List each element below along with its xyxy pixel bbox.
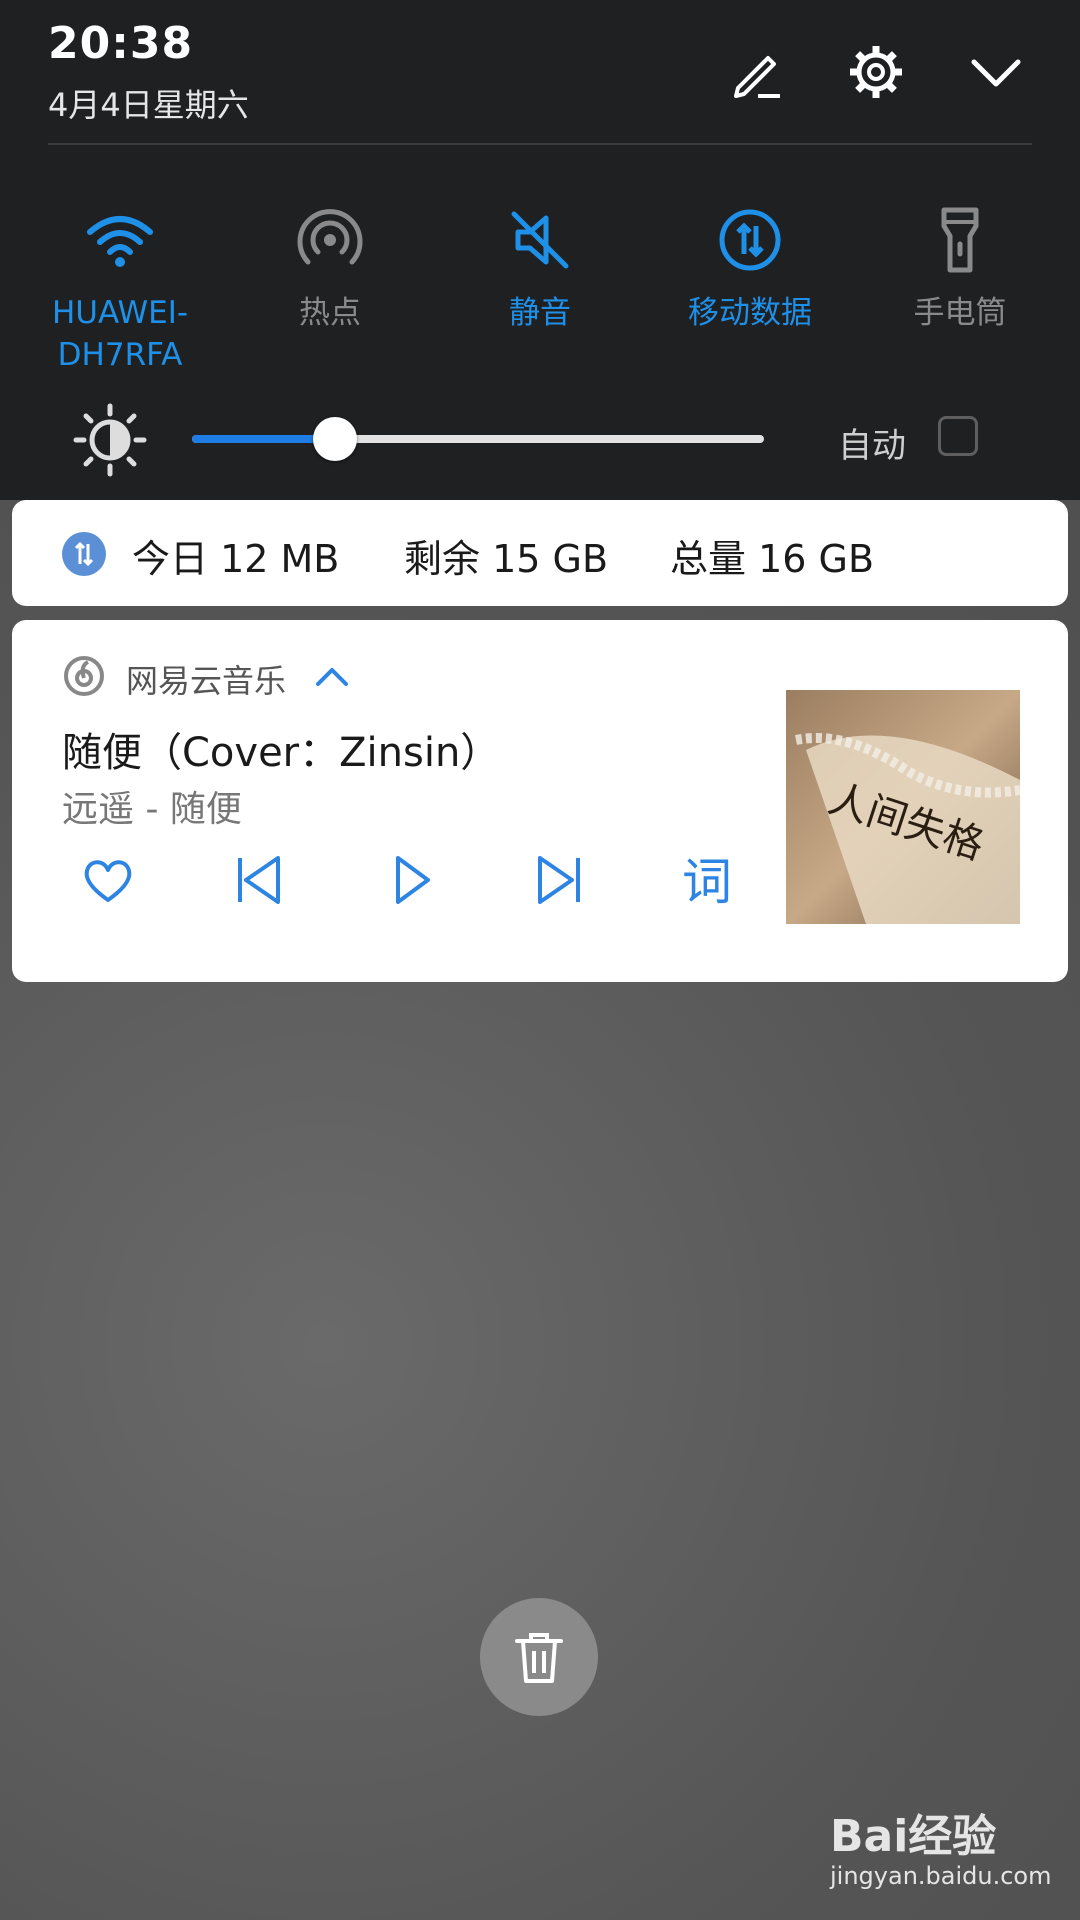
watermark-url: jingyan.baidu.com — [830, 1862, 1052, 1890]
tile-flashlight-label: 手电筒 — [913, 295, 1007, 331]
watermark: Bai经验 jingyan.baidu.com — [830, 1800, 1060, 1900]
trash-icon — [515, 1633, 563, 1683]
clock: 20:38 — [48, 18, 194, 69]
gear-icon — [850, 46, 902, 98]
clear-notifications-button[interactable] — [480, 1598, 598, 1716]
tile-hotspot[interactable]: 热点 — [240, 200, 420, 334]
flashlight-icon — [941, 207, 979, 273]
previous-button[interactable] — [226, 848, 290, 912]
auto-brightness-label: 自动 — [838, 426, 906, 466]
chevron-up-icon[interactable] — [312, 660, 352, 690]
heart-icon — [84, 860, 132, 902]
chevron-down-icon — [971, 59, 1021, 87]
app-name: 网易云音乐 — [126, 662, 287, 700]
song-title: 随便（Cover：Zinsin） — [62, 730, 501, 776]
brightness-slider-thumb[interactable] — [313, 417, 357, 461]
mobile-data-icon — [719, 209, 781, 271]
tile-mobile-data[interactable]: 移动数据 — [660, 200, 840, 334]
pencil-icon — [734, 56, 780, 98]
auto-brightness-checkbox[interactable] — [938, 416, 978, 456]
artist-album: 远遥 - 随便 — [62, 789, 242, 830]
tile-flashlight[interactable]: 手电筒 — [870, 200, 1050, 334]
music-notification[interactable]: 网易云音乐 随便（Cover：Zinsin） 远遥 - 随便 词 人间失格 — [12, 620, 1068, 982]
hotspot-icon — [297, 209, 363, 265]
netease-music-icon — [64, 656, 104, 696]
data-usage-card[interactable]: 今日 12 MB 剩余 15 GB 总量 16 GB — [12, 500, 1068, 606]
mobile-data-icon — [62, 532, 106, 576]
tile-hotspot-label: 热点 — [299, 295, 361, 331]
edit-button[interactable] — [724, 40, 788, 104]
wifi-icon — [87, 216, 153, 267]
collapse-button[interactable] — [964, 40, 1028, 104]
data-today: 今日 12 MB — [132, 537, 340, 581]
tile-mobile-data-label: 移动数据 — [688, 295, 812, 331]
tile-mute-label: 静音 — [509, 295, 571, 331]
date-label: 4月4日星期六 — [48, 86, 249, 124]
next-button[interactable] — [528, 848, 592, 912]
watermark-logo: Bai经验 — [830, 1811, 997, 1862]
tile-wifi[interactable]: HUAWEI- DH7RFA — [30, 200, 210, 376]
brightness-icon — [73, 403, 147, 477]
mute-icon — [511, 211, 569, 269]
play-icon — [396, 856, 430, 904]
skip-next-icon — [538, 856, 580, 904]
data-remaining: 剩余 15 GB — [404, 537, 609, 581]
album-cover: 人间失格 — [786, 690, 1020, 924]
tile-wifi-label: HUAWEI- DH7RFA — [51, 295, 189, 373]
brightness-slider[interactable] — [192, 417, 764, 461]
settings-button[interactable] — [844, 40, 908, 104]
header-divider — [48, 143, 1032, 145]
like-button[interactable] — [76, 848, 140, 912]
tile-mute[interactable]: 静音 — [450, 200, 630, 334]
lyrics-button[interactable]: 词 — [682, 842, 732, 914]
quick-settings-panel: 20:38 4月4日星期六 HUAWEI- DH7RFA 热点 静音 移动数据 … — [0, 0, 1080, 500]
skip-previous-icon — [238, 856, 280, 904]
data-total: 总量 16 GB — [670, 537, 875, 581]
play-button[interactable] — [378, 848, 442, 912]
